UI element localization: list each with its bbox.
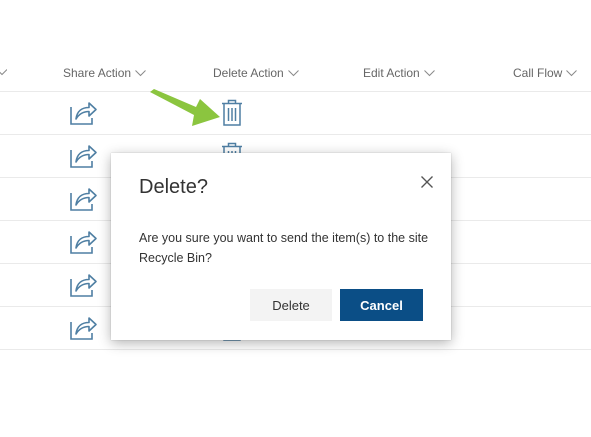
- share-icon[interactable]: [68, 99, 98, 127]
- column-header-call-flow[interactable]: Call Flow: [513, 66, 578, 80]
- chevron-down-icon: [423, 69, 435, 76]
- share-icon[interactable]: [68, 228, 98, 256]
- row-divider: [0, 349, 591, 350]
- column-header-label: Call Flow: [513, 66, 563, 80]
- share-icon[interactable]: [68, 185, 98, 213]
- close-icon[interactable]: [418, 173, 436, 191]
- chevron-down-icon: [566, 69, 578, 76]
- cancel-button[interactable]: Cancel: [340, 289, 423, 321]
- chevron-down-icon: [135, 69, 146, 76]
- column-header-share-action[interactable]: Share Action: [63, 66, 146, 80]
- header-divider: [0, 91, 591, 92]
- column-header-label: Delete Action: [213, 66, 284, 80]
- share-icon[interactable]: [68, 314, 98, 342]
- column-header-delete-action[interactable]: Delete Action: [213, 66, 299, 80]
- trash-icon[interactable]: [220, 99, 244, 127]
- dialog-message: Are you sure you want to send the item(s…: [139, 231, 429, 265]
- row-divider: [0, 134, 591, 135]
- list-view: Share Action Delete Action Edit Action C…: [0, 0, 591, 437]
- chevron-down-icon[interactable]: [0, 69, 7, 76]
- dialog-title: Delete?: [139, 176, 208, 198]
- share-icon[interactable]: [68, 271, 98, 299]
- column-header-label: Share Action: [63, 66, 132, 80]
- column-header-label: Edit Action: [363, 66, 420, 80]
- arrow-pointer-icon: [150, 89, 220, 126]
- chevron-down-icon: [287, 69, 299, 76]
- delete-button[interactable]: Delete: [250, 289, 332, 321]
- column-header-edit-action[interactable]: Edit Action: [363, 66, 435, 80]
- share-icon[interactable]: [68, 142, 98, 170]
- delete-confirmation-dialog: Delete? Are you sure you want to send th…: [111, 153, 451, 340]
